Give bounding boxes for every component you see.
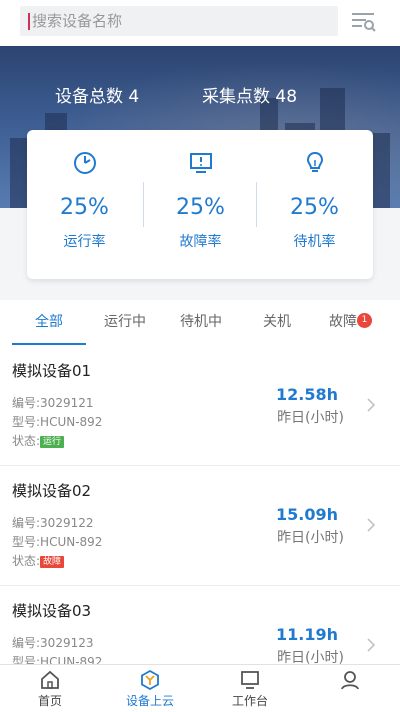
device-total-stat: 设备总数 4 <box>55 86 139 108</box>
chevron-right-icon <box>367 638 376 652</box>
device-list-item[interactable]: 模拟设备02 编号:3029122 型号:HCUN-892 状态: 故障 15.0… <box>0 466 400 586</box>
user-icon <box>341 671 359 690</box>
tab-standby[interactable]: 待机中 <box>164 300 238 346</box>
device-status: 状态: 运行 <box>12 433 65 449</box>
device-status: 状态: 故障 <box>12 553 65 569</box>
text-caret <box>28 13 30 30</box>
fault-count-badge: 1 <box>357 313 372 328</box>
device-list: 模拟设备01 编号:3029121 型号:HCUN-892 状态: 运行 12.5… <box>0 346 400 666</box>
tab-off[interactable]: 关机 <box>240 300 314 346</box>
device-status-label: 状态: <box>12 554 41 568</box>
fault-rate-label: 故障率 <box>179 234 222 250</box>
device-hours-label: 昨日(小时) <box>277 530 344 546</box>
metrics-card: 25% 运行率 25% 故障率 25% 待机率 <box>27 130 373 279</box>
points-stat: 采集点数 48 <box>202 86 297 108</box>
device-list-item[interactable]: 模拟设备03 编号:3029123 型号:HCUN-892 11.19h 昨日(… <box>0 586 400 666</box>
nav-profile[interactable] <box>300 665 400 712</box>
chevron-right-icon <box>367 518 376 532</box>
chevron-right-icon <box>367 398 376 412</box>
device-hours: 15.09h <box>276 505 338 524</box>
monitor-icon <box>241 671 259 689</box>
device-number: 编号:3029123 <box>12 636 94 650</box>
running-rate-label: 运行率 <box>63 234 106 250</box>
points-value: 48 <box>275 87 298 107</box>
filter-search-icon[interactable] <box>350 8 378 36</box>
top-bar: 搜索设备名称 <box>0 0 400 47</box>
status-badge-fault: 故障 <box>40 555 65 568</box>
device-total-label: 设备总数 <box>55 87 123 107</box>
fault-rate-value: 25% <box>176 195 225 220</box>
search-placeholder: 搜索设备名称 <box>32 12 123 30</box>
active-tab-indicator <box>12 343 86 345</box>
cloud-device-icon <box>141 669 159 691</box>
monitor-alert-icon <box>190 153 212 173</box>
device-name: 模拟设备01 <box>12 362 92 380</box>
device-status-label: 状态: <box>12 434 41 448</box>
standby-rate-label: 待机率 <box>293 234 336 250</box>
home-icon <box>41 670 59 689</box>
standby-rate-value: 25% <box>290 195 339 220</box>
points-label: 采集点数 <box>202 87 270 107</box>
metric-standby-rate[interactable]: 25% 待机率 <box>257 130 372 279</box>
nav-cloud-device[interactable]: 设备上云 <box>100 665 200 712</box>
device-number: 编号:3029121 <box>12 396 94 410</box>
device-name: 模拟设备02 <box>12 482 92 500</box>
nav-home-label: 首页 <box>37 694 62 708</box>
speed-gauge-icon <box>74 152 96 174</box>
search-input[interactable]: 搜索设备名称 <box>20 6 338 36</box>
metric-running-rate[interactable]: 25% 运行率 <box>27 130 142 279</box>
tab-running[interactable]: 运行中 <box>88 300 162 346</box>
device-list-item[interactable]: 模拟设备01 编号:3029121 型号:HCUN-892 状态: 运行 12.5… <box>0 346 400 466</box>
metric-fault-rate[interactable]: 25% 故障率 <box>143 130 258 279</box>
bottom-nav: 首页 设备上云 工作台 <box>0 664 400 712</box>
nav-workbench[interactable]: 工作台 <box>200 665 300 712</box>
device-hours: 11.19h <box>276 625 338 644</box>
nav-home[interactable]: 首页 <box>0 665 100 712</box>
nav-cloud-device-label: 设备上云 <box>125 694 174 708</box>
device-total-value: 4 <box>128 87 140 107</box>
lightbulb-icon <box>306 151 324 172</box>
nav-workbench-label: 工作台 <box>231 694 268 708</box>
device-name: 模拟设备03 <box>12 602 92 620</box>
status-badge-running: 运行 <box>40 435 65 448</box>
device-hours: 12.58h <box>276 385 338 404</box>
tab-all[interactable]: 全部 <box>12 300 86 346</box>
device-number: 编号:3029122 <box>12 516 94 530</box>
device-hours-label: 昨日(小时) <box>277 410 344 426</box>
device-model: 型号:HCUN-892 <box>12 535 103 549</box>
device-model: 型号:HCUN-892 <box>12 415 103 429</box>
status-tabs: 全部 运行中 待机中 关机 故障 1 <box>0 300 400 347</box>
running-rate-value: 25% <box>60 195 109 220</box>
